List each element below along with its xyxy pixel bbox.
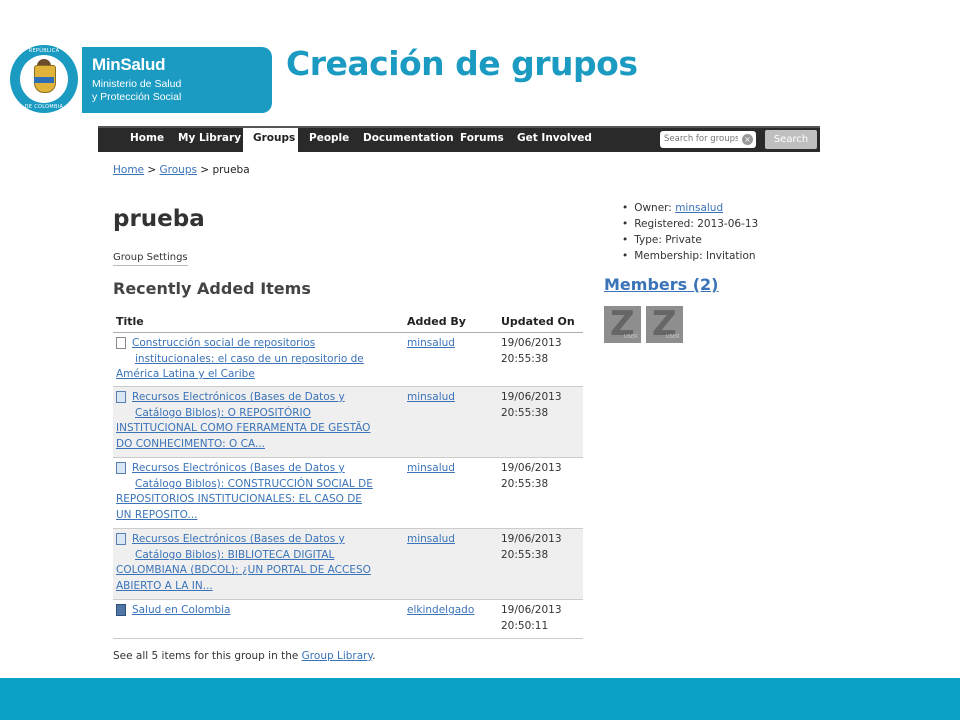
seal-emblem [20, 55, 68, 103]
item-title-link[interactable]: Recursos Electrónicos (Bases de Datos y … [116, 532, 394, 594]
item-title-link[interactable]: Construcción social de repositorios inst… [116, 336, 394, 383]
group-settings-link[interactable]: Group Settings [113, 252, 188, 266]
table-row: Salud en Colombia elkindelgado 19/06/201… [113, 600, 583, 639]
slide-title: Creación de grupos [286, 44, 638, 83]
added-by-link[interactable]: minsalud [407, 336, 455, 352]
avatar[interactable]: Z USER [604, 306, 641, 343]
recent-items-table: Title Added By Updated On Construcción s… [113, 310, 583, 639]
col-updated-on-header[interactable]: Updated On [501, 315, 575, 328]
breadcrumb-home[interactable]: Home [113, 164, 144, 176]
type-item: Type: Private [622, 232, 758, 248]
item-title-link[interactable]: Recursos Electrónicos (Bases de Datos y … [116, 461, 394, 523]
members-link[interactable]: Members (2) [604, 275, 719, 294]
updated-on: 19/06/2013 20:55:38 [501, 533, 562, 561]
nav-home[interactable]: Home [130, 132, 164, 144]
search-box: × [660, 131, 756, 148]
updated-on: 19/06/2013 20:55:38 [501, 462, 562, 490]
nav-get-involved[interactable]: Get Involved [517, 132, 592, 144]
minsalud-logo: MinSalud Ministerio de Salud y Protecció… [82, 47, 272, 113]
brand-line-1: Ministerio de Salud [92, 78, 182, 90]
journal-article-icon [116, 391, 126, 403]
breadcrumb-current: prueba [212, 164, 250, 176]
brand-name: MinSalud [92, 55, 166, 74]
top-navbar: Home My Library Groups People Documentat… [98, 126, 820, 152]
search-input[interactable] [664, 133, 738, 145]
colombia-seal-logo: REPÚBLICA DE COLOMBIA [10, 45, 78, 113]
group-page-screenshot: Home My Library Groups People Documentat… [98, 126, 820, 671]
nav-forums[interactable]: Forums [460, 132, 504, 144]
document-icon [116, 337, 126, 349]
membership-item: Membership: Invitation [622, 248, 758, 264]
table-row: Recursos Electrónicos (Bases de Datos y … [113, 458, 583, 529]
added-by-link[interactable]: minsalud [407, 532, 455, 548]
journal-article-icon [116, 462, 126, 474]
updated-on: 19/06/2013 20:55:38 [501, 337, 562, 365]
col-title-header[interactable]: Title [116, 315, 144, 328]
footer-band [0, 678, 960, 720]
table-row: Recursos Electrónicos (Bases de Datos y … [113, 387, 583, 458]
clear-icon[interactable]: × [742, 134, 753, 145]
breadcrumb: Home > Groups > prueba [113, 164, 250, 176]
group-metadata-list: Owner: minsalud Registered: 2013-06-13 T… [622, 200, 758, 264]
registered-item: Registered: 2013-06-13 [622, 216, 758, 232]
owner-link[interactable]: minsalud [675, 202, 723, 214]
see-all-note: See all 5 items for this group in the Gr… [113, 650, 376, 662]
table-header: Title Added By Updated On [113, 310, 583, 333]
seal-text-top: REPÚBLICA [28, 48, 60, 54]
brand-line-2: y Protección Social [92, 91, 182, 103]
item-title-link[interactable]: Recursos Electrónicos (Bases de Datos y … [116, 390, 394, 452]
nav-groups[interactable]: Groups [253, 132, 295, 144]
owner-item: Owner: minsalud [622, 200, 758, 216]
updated-on: 19/06/2013 20:50:11 [501, 604, 562, 632]
recent-items-heading: Recently Added Items [113, 279, 311, 298]
added-by-link[interactable]: minsalud [407, 461, 455, 477]
group-library-link[interactable]: Group Library [302, 650, 373, 662]
journal-article-icon [116, 533, 126, 545]
updated-on: 19/06/2013 20:55:38 [501, 391, 562, 419]
search-button[interactable]: Search [765, 130, 817, 149]
item-title-link[interactable]: Salud en Colombia [116, 603, 394, 619]
group-title: prueba [113, 206, 205, 232]
avatar[interactable]: Z USER [646, 306, 683, 343]
col-added-by-header[interactable]: Added By [407, 315, 466, 328]
seal-text-bottom: DE COLOMBIA [24, 104, 64, 110]
added-by-link[interactable]: elkindelgado [407, 603, 474, 619]
nav-people[interactable]: People [309, 132, 349, 144]
table-row: Recursos Electrónicos (Bases de Datos y … [113, 529, 583, 600]
nav-documentation[interactable]: Documentation [363, 132, 454, 144]
breadcrumb-groups[interactable]: Groups [160, 164, 197, 176]
added-by-link[interactable]: minsalud [407, 390, 455, 406]
nav-my-library[interactable]: My Library [178, 132, 241, 144]
table-row: Construcción social de repositorios inst… [113, 333, 583, 387]
book-icon [116, 604, 126, 616]
